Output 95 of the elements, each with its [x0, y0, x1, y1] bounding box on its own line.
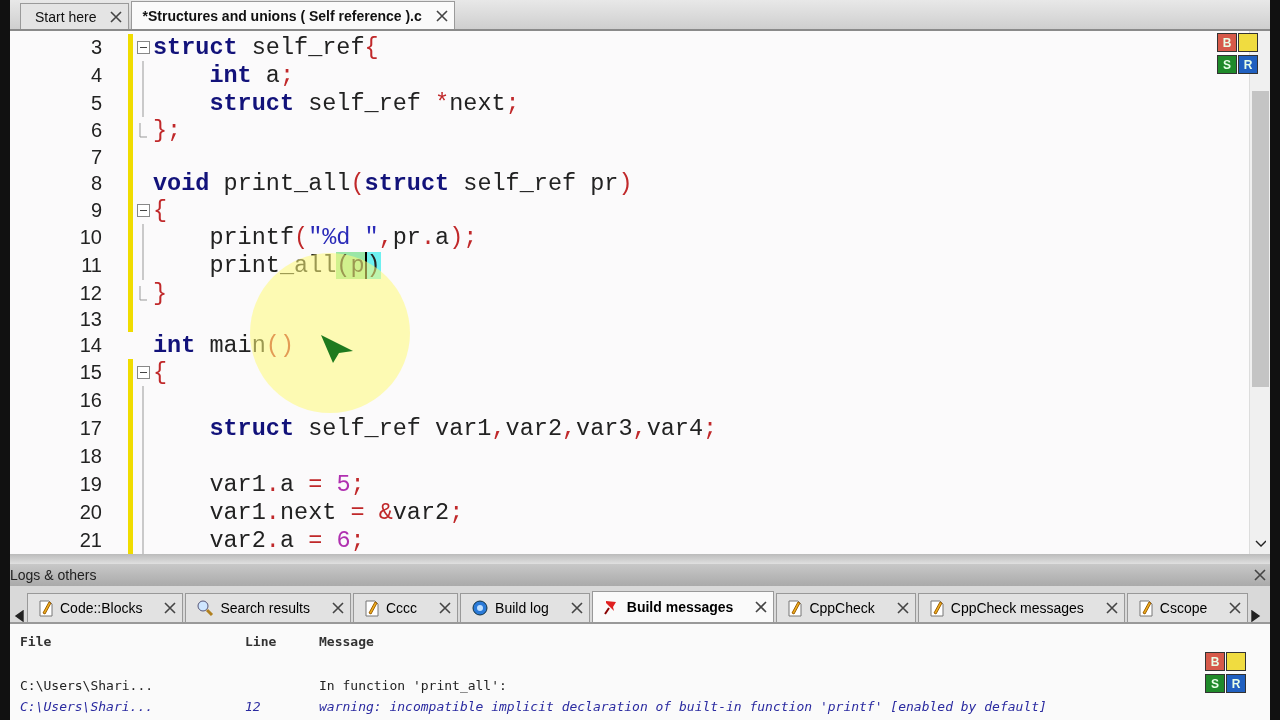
close-icon[interactable]: [1254, 569, 1266, 581]
code-line: var1.a = 5;: [208, 470, 365, 498]
code-line: {: [153, 359, 168, 387]
line-number: 20: [78, 500, 102, 524]
line-number: 18: [78, 444, 102, 468]
code-line: var1.next = &var2;: [208, 498, 464, 526]
note-button[interactable]: [1238, 33, 1258, 53]
message-cell-text: In function 'print_all':: [319, 678, 507, 695]
code-line: {: [153, 196, 168, 224]
code-line: struct self_ref var1,var2,var3,var4;: [208, 414, 718, 442]
pencil-document-icon: [928, 599, 945, 617]
tab-label: CppCheck messages: [950, 600, 1084, 616]
pencil-document-icon: [363, 599, 380, 617]
line-number: 7: [89, 145, 102, 169]
close-icon[interactable]: [110, 10, 123, 23]
close-icon[interactable]: [755, 601, 768, 613]
log-tab[interactable]: Cscope: [1126, 593, 1249, 622]
log-tab[interactable]: Build log: [460, 593, 590, 622]
close-icon[interactable]: [570, 602, 583, 614]
log-tab[interactable]: CppCheck messages: [917, 593, 1125, 622]
record-button[interactable]: B: [1217, 33, 1237, 53]
line-number: 5: [89, 91, 102, 115]
close-icon[interactable]: [896, 602, 909, 614]
line-number: 14: [78, 334, 102, 358]
stop-button[interactable]: S: [1205, 674, 1225, 693]
pencil-document-icon: [787, 599, 804, 617]
line-number: 21: [78, 528, 102, 552]
message-cell-text: warning: incompatible implicit declaration of built-in function 'printf' [enabled by default]: [319, 699, 1047, 716]
close-icon[interactable]: [331, 602, 344, 614]
column-header[interactable]: Line: [245, 634, 319, 654]
tab-label: Build messages: [626, 599, 734, 615]
record-button[interactable]: B: [1205, 652, 1225, 671]
fold-icon[interactable]: [136, 41, 150, 55]
code-line: int main(): [153, 332, 295, 360]
line-number: 19: [78, 472, 102, 496]
log-tab[interactable]: Build messages: [591, 591, 775, 622]
log-tab[interactable]: CppCheck: [776, 593, 916, 622]
line-number: 16: [78, 388, 102, 412]
line-number: 12: [78, 281, 102, 305]
editor-tab[interactable]: *Structures and unions ( Self reference ).c: [131, 1, 455, 30]
code-line: struct self_ref{: [153, 34, 379, 62]
tab-label: Start here: [35, 8, 97, 25]
column-header[interactable]: Message: [319, 634, 1270, 654]
log-tab[interactable]: Search results: [185, 593, 351, 622]
pencil-document-icon: [1137, 599, 1154, 617]
code-line: }: [153, 279, 168, 307]
line-number: 8: [89, 171, 102, 195]
tab-label: Cccc: [385, 600, 418, 616]
close-icon[interactable]: [164, 602, 177, 614]
tab-label: Code::Blocks: [60, 600, 143, 616]
log-tab[interactable]: Cccc: [352, 593, 459, 622]
scroll-right-icon[interactable]: [1250, 610, 1262, 622]
line-number: 4: [89, 63, 102, 87]
mouse-pointer-icon: [320, 334, 354, 365]
note-button[interactable]: [1226, 652, 1246, 671]
fold-icon[interactable]: [136, 366, 150, 380]
code-line: printf("%d ",pr.a);: [208, 224, 478, 252]
tab-label: *Structures and unions ( Self reference ).c: [142, 7, 422, 24]
code-line: };: [153, 117, 182, 145]
tab-label: CppCheck: [809, 600, 875, 616]
scroll-left-icon[interactable]: [14, 610, 25, 622]
code-line: void print_all(struct self_ref pr): [153, 169, 633, 197]
panel-title: Logs & others: [10, 567, 97, 583]
line-cell-text: 12: [245, 699, 261, 716]
stop-button[interactable]: S: [1217, 55, 1237, 75]
code-line: struct self_ref *next;: [208, 89, 520, 117]
line-number: 9: [89, 198, 102, 222]
line-number: 3: [89, 36, 102, 60]
column-header[interactable]: File: [20, 634, 245, 654]
line-number: 17: [78, 416, 102, 440]
tab-label: Cscope: [1159, 600, 1208, 616]
close-icon[interactable]: [435, 9, 448, 22]
log-tab[interactable]: Code::Blocks: [27, 593, 184, 622]
code-line: print_all(p): [208, 252, 381, 280]
close-icon[interactable]: [439, 602, 452, 614]
code-line: int a;: [208, 61, 295, 89]
resume-button[interactable]: R: [1238, 55, 1258, 75]
resume-button[interactable]: R: [1226, 674, 1246, 693]
gear-icon: [471, 599, 490, 617]
line-number: 15: [78, 361, 102, 385]
file-cell-text: C:\Users\Shari...: [20, 678, 154, 695]
line-number: 11: [80, 254, 102, 278]
fold-icon[interactable]: [136, 203, 150, 217]
close-icon[interactable]: [1105, 602, 1118, 614]
line-number: 6: [89, 119, 102, 143]
line-number: 13: [78, 308, 102, 331]
tab-label: Search results: [220, 600, 310, 616]
editor-tab[interactable]: Start here: [20, 3, 130, 30]
code-line: var2.a = 6;: [208, 526, 365, 554]
search-icon: [196, 599, 215, 617]
close-icon[interactable]: [1229, 602, 1242, 614]
line-number: 10: [78, 226, 102, 250]
tab-label: Build log: [495, 600, 549, 616]
pencil-document-icon: [38, 599, 54, 617]
file-cell-text: C:\Users\Shari...: [20, 699, 154, 716]
